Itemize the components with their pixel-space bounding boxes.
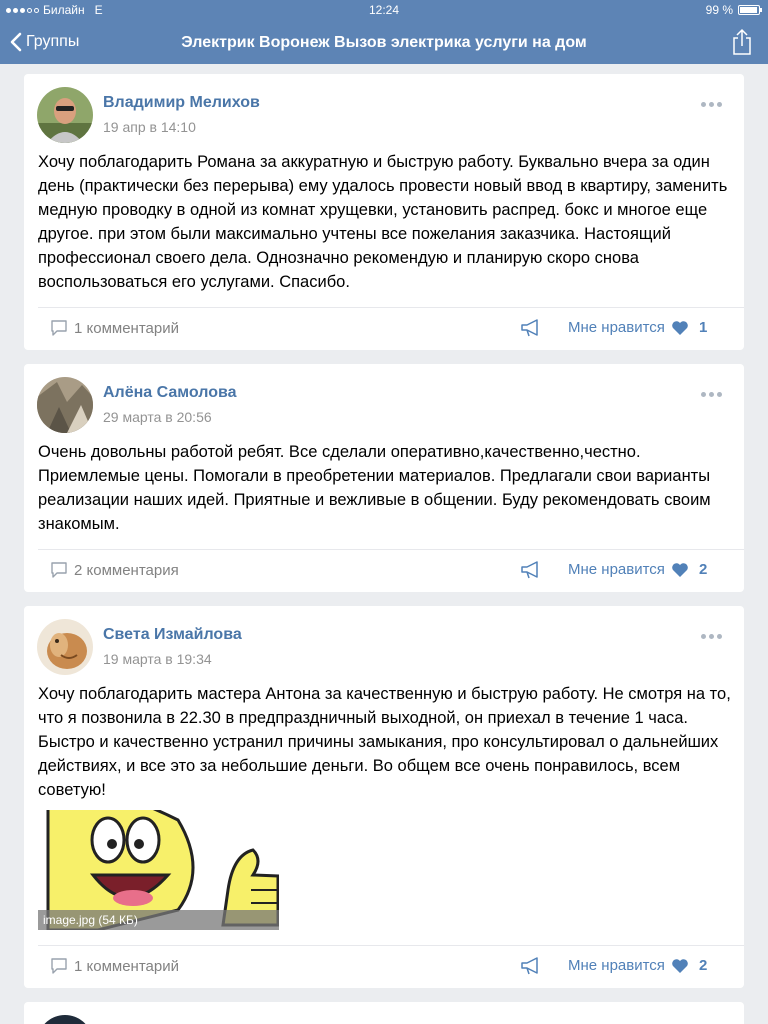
comments-count: 2 комментария bbox=[74, 561, 179, 579]
post-footer: 1 комментарий Мне нравится 2 bbox=[24, 945, 744, 989]
repost-icon bbox=[521, 957, 538, 975]
heart-icon bbox=[672, 320, 688, 335]
like-button[interactable]: Мне нравится 1 bbox=[568, 319, 707, 336]
attachment-label: image.jpg (54 КБ) bbox=[38, 910, 279, 930]
like-button[interactable]: Мне нравится 2 bbox=[568, 561, 707, 578]
like-label: Мне нравится bbox=[568, 561, 665, 578]
repost-button[interactable] bbox=[520, 318, 542, 342]
share-button[interactable] bbox=[732, 28, 752, 61]
back-button[interactable]: Группы bbox=[10, 32, 79, 52]
comments-count: 1 комментарий bbox=[74, 319, 179, 337]
more-icon[interactable] bbox=[701, 634, 722, 639]
post-author[interactable]: Владимир Мелихов bbox=[103, 94, 260, 112]
heart-icon bbox=[672, 958, 688, 973]
battery-label: 99 % bbox=[705, 3, 733, 17]
post-text: Хочу поблагодарить Романа за аккуратную … bbox=[38, 153, 728, 291]
like-button[interactable]: Мне нравится 2 bbox=[568, 957, 707, 974]
comment-icon bbox=[51, 958, 67, 974]
like-count: 2 bbox=[698, 957, 708, 974]
post-text: Хочу поблагодарить мастера Антона за кач… bbox=[38, 685, 731, 799]
post-date: 19 апр в 14:10 bbox=[103, 119, 196, 135]
comments-button[interactable]: 2 комментария bbox=[50, 561, 179, 579]
share-icon bbox=[733, 28, 751, 55]
repost-icon bbox=[521, 319, 538, 337]
more-icon[interactable] bbox=[701, 392, 722, 397]
chevron-left-icon bbox=[10, 32, 22, 52]
app-header: Билайн E 12:24 99 % Группы Электрик Воро… bbox=[0, 0, 768, 64]
post-date: 29 марта в 20:56 bbox=[103, 409, 212, 425]
status-bar: Билайн E 12:24 99 % bbox=[0, 0, 768, 20]
post-text: Очень довольны работой ребят. Все сделал… bbox=[38, 443, 711, 533]
repost-icon bbox=[521, 561, 538, 579]
post-footer: 1 комментарий Мне нравится 1 bbox=[24, 307, 744, 351]
image-attachment[interactable]: image.jpg (54 КБ) bbox=[38, 810, 279, 930]
comments-button[interactable]: 1 комментарий bbox=[50, 319, 179, 337]
post-card: Владимир Мелихов 19 апр в 14:10 Хочу поб… bbox=[24, 74, 744, 350]
post-author[interactable]: Алёна Самолова bbox=[103, 384, 237, 402]
avatar[interactable] bbox=[37, 619, 93, 675]
avatar[interactable] bbox=[37, 1015, 93, 1024]
comment-icon bbox=[51, 320, 67, 336]
repost-button[interactable] bbox=[520, 560, 542, 584]
repost-button[interactable] bbox=[520, 956, 542, 980]
clock: 12:24 bbox=[368, 3, 400, 17]
like-count: 2 bbox=[698, 561, 708, 578]
like-count: 1 bbox=[698, 319, 708, 336]
post-card: Света Измайлова 19 марта в 19:34 Хочу по… bbox=[24, 606, 744, 988]
heart-icon bbox=[672, 562, 688, 577]
like-label: Мне нравится bbox=[568, 957, 665, 974]
comment-icon bbox=[51, 562, 67, 578]
like-label: Мне нравится bbox=[568, 319, 665, 336]
post-card bbox=[24, 1002, 744, 1024]
post-author[interactable]: Света Измайлова bbox=[103, 626, 242, 644]
back-label: Группы bbox=[26, 33, 80, 50]
post-footer: 2 комментария Мне нравится 2 bbox=[24, 549, 744, 593]
page-title: Электрик Воронеж Вызов электрика услуги … bbox=[181, 34, 587, 51]
more-icon[interactable] bbox=[701, 102, 722, 107]
nav-bar: Группы Электрик Воронеж Вызов электрика … bbox=[0, 20, 768, 64]
battery-icon bbox=[738, 5, 762, 15]
comments-button[interactable]: 1 комментарий bbox=[50, 957, 179, 975]
comments-count: 1 комментарий bbox=[74, 957, 179, 975]
avatar[interactable] bbox=[37, 377, 93, 433]
post-date: 19 марта в 19:34 bbox=[103, 651, 212, 667]
avatar[interactable] bbox=[37, 87, 93, 143]
post-card: Алёна Самолова 29 марта в 20:56 Очень до… bbox=[24, 364, 744, 592]
